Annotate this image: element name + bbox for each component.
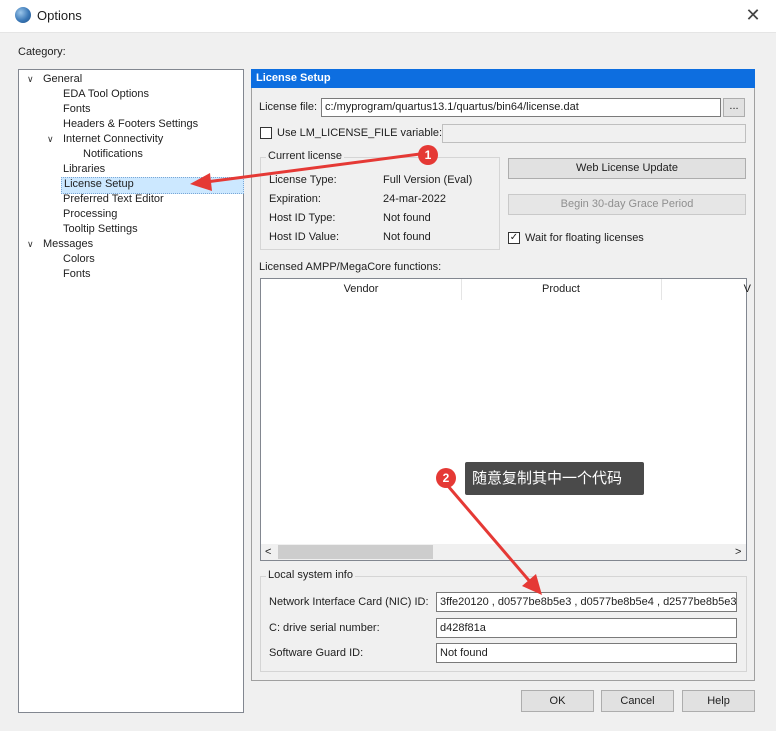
annotation-arrows: [190, 152, 542, 595]
annotation-badge-2: 2: [436, 468, 456, 488]
annotation-arrow-1: [190, 152, 421, 191]
annotation-arrow-2: [446, 485, 542, 595]
annotation-badge-1: 1: [418, 145, 438, 165]
annotation-tooltip: 随意复制其中一个代码: [465, 462, 644, 495]
